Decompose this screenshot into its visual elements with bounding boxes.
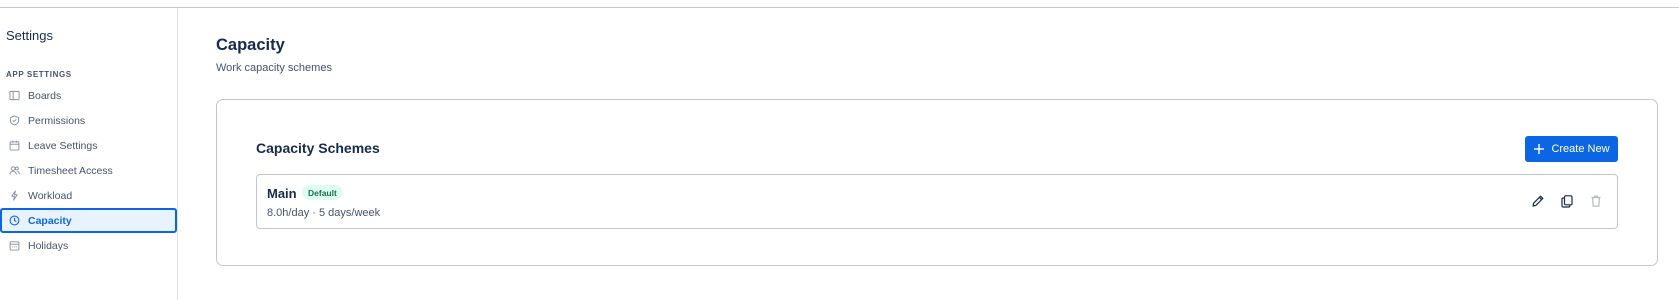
sidebar-item-timesheet-access[interactable]: Timesheet Access	[0, 158, 178, 183]
sidebar-item-label: Boards	[28, 89, 62, 102]
sidebar-item-boards[interactable]: Boards	[0, 83, 178, 108]
settings-nav: Boards Permissions Leave Settings Timesh…	[0, 83, 178, 258]
default-badge: Default	[302, 185, 343, 200]
users-icon	[8, 165, 20, 177]
page-title: Capacity	[216, 36, 285, 54]
sidebar-item-label: Capacity	[28, 214, 72, 227]
sidebar-item-label: Permissions	[28, 114, 86, 127]
create-new-label: Create New	[1551, 143, 1610, 155]
delete-icon[interactable]	[1588, 193, 1603, 208]
clock-icon	[8, 215, 20, 227]
sidebar-item-label: Leave Settings	[28, 139, 98, 152]
sidebar-item-capacity[interactable]: Capacity	[0, 208, 177, 233]
page-subtitle: Work capacity schemes	[216, 62, 332, 74]
duplicate-icon[interactable]	[1559, 193, 1574, 208]
edit-icon[interactable]	[1530, 193, 1545, 208]
create-new-button[interactable]: Create New	[1525, 136, 1618, 162]
sidebar-item-leave-settings[interactable]: Leave Settings	[0, 133, 178, 158]
shield-icon	[8, 115, 20, 127]
scheme-row[interactable]: Main Default 8.0h/day · 5 days/week	[256, 174, 1618, 229]
sidebar-item-label: Holidays	[28, 239, 69, 252]
capacity-schemes-card: Capacity Schemes Create New Main Default…	[216, 99, 1658, 266]
calendar-holiday-icon	[8, 240, 20, 252]
section-label: APP SETTINGS	[6, 70, 72, 79]
lightning-icon	[8, 190, 20, 202]
top-divider	[0, 7, 1679, 8]
sidebar-title: Settings	[6, 28, 53, 43]
sidebar-item-workload[interactable]: Workload	[0, 183, 178, 208]
board-icon	[8, 90, 20, 102]
sidebar-item-holidays[interactable]: Holidays	[0, 233, 178, 258]
sidebar-item-label: Timesheet Access	[28, 164, 113, 177]
sidebar-item-permissions[interactable]: Permissions	[0, 108, 178, 133]
plus-icon	[1534, 144, 1545, 154]
calendar-icon	[8, 140, 20, 152]
scheme-meta: 8.0h/day · 5 days/week	[267, 207, 381, 219]
scheme-name: Main	[267, 186, 297, 201]
sidebar-item-label: Workload	[28, 189, 73, 202]
settings-sidebar: Settings APP SETTINGS Boards Permissions…	[0, 8, 178, 300]
card-title: Capacity Schemes	[256, 140, 380, 156]
scheme-actions	[1530, 193, 1603, 208]
